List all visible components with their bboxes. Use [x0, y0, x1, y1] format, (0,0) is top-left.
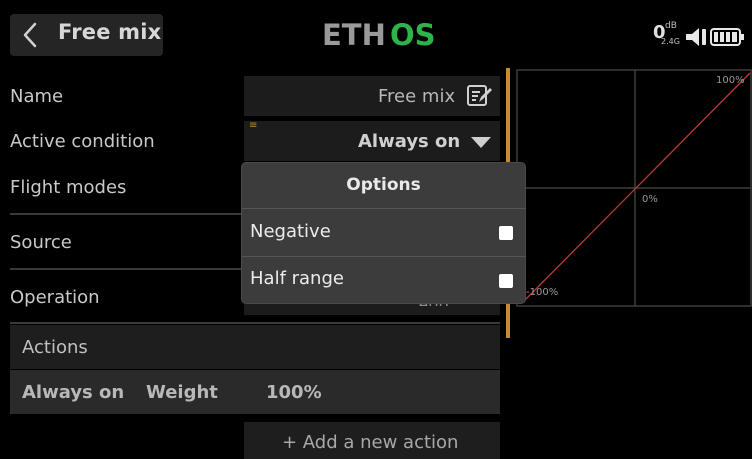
action-condition: Always on — [22, 382, 125, 403]
logo-text-eth: ETH — [322, 18, 386, 52]
action-type: Weight — [146, 382, 218, 403]
action-value: 100% — [266, 382, 322, 403]
graph-bottom-label: -100% — [526, 287, 559, 298]
rssi-unit: dB — [665, 21, 677, 31]
speaker-icon[interactable] — [682, 25, 712, 49]
actions-title: Actions — [22, 337, 88, 358]
options-dialog: Options Negative Half range — [242, 163, 525, 303]
separator — [10, 213, 242, 215]
operation-field[interactable] — [244, 303, 500, 315]
flight-modes-label: Flight modes — [10, 177, 127, 198]
active-condition-value: Always on — [358, 131, 461, 152]
curve-graph — [516, 69, 752, 307]
graph-top-label: 100% — [716, 75, 745, 86]
half-range-checkbox[interactable] — [499, 274, 513, 288]
option-half-range-label: Half range — [250, 268, 344, 289]
ethos-logo: ETH OS — [322, 18, 436, 52]
battery-icon — [710, 27, 746, 47]
option-negative-label: Negative — [250, 221, 331, 242]
separator — [10, 268, 242, 270]
back-icon[interactable] — [14, 14, 44, 56]
logo-text-os: OS — [390, 18, 436, 52]
operation-label: Operation — [10, 287, 100, 308]
chevron-down-icon — [470, 134, 492, 148]
edit-icon[interactable] — [466, 83, 492, 109]
graph-center-label: 0% — [642, 194, 658, 205]
name-value: Free mix — [378, 86, 456, 107]
active-condition-label: Active condition — [10, 131, 155, 152]
rssi-frequency: 2.4G — [661, 37, 680, 46]
page-title: Free mix — [58, 20, 162, 44]
drag-handle-icon: ≡ — [249, 120, 258, 131]
separator — [10, 322, 500, 324]
dialog-title: Options — [346, 175, 421, 195]
source-label: Source — [10, 232, 72, 253]
name-label: Name — [10, 86, 64, 107]
negative-checkbox[interactable] — [499, 226, 513, 240]
name-field[interactable] — [244, 76, 500, 116]
add-action-label: + Add a new action — [282, 432, 459, 453]
